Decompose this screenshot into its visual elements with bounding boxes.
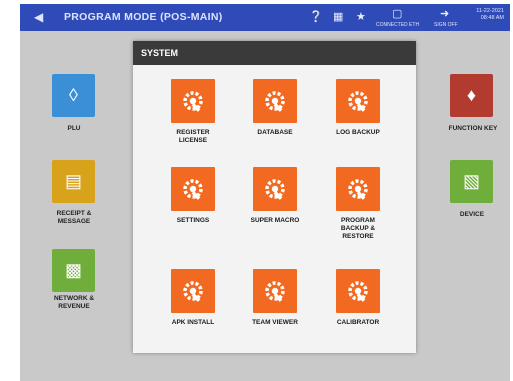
system-dialog: SYSTEM REGISTER LICENSE DATABASE LOG BACK… — [133, 41, 416, 353]
calibrator-button[interactable]: CALIBRATOR — [323, 269, 393, 327]
wrench-gear-icon — [336, 167, 380, 211]
log-backup-button[interactable]: LOG BACKUP — [323, 79, 393, 137]
tag-icon: ◊ — [69, 85, 78, 105]
sign-off-button[interactable]: SIGN OFF — [434, 22, 458, 28]
plu-label: PLU — [67, 125, 81, 132]
apk-install-label: APK INSTALL — [171, 319, 215, 326]
top-bar: ◀ PROGRAM MODE (POS-MAIN) ❔ ▦ ★ ▢ CONNEC… — [20, 4, 510, 31]
clock: 11-22-2021 08:48 AM — [476, 8, 504, 22]
settings-label: SETTINGS — [176, 217, 210, 224]
super-macro-button[interactable]: SUPER MACRO — [240, 167, 310, 225]
dialog-title: SYSTEM — [133, 41, 416, 65]
page-title: PROGRAM MODE (POS-MAIN) — [64, 11, 223, 23]
key-icon: ♦ — [466, 85, 477, 105]
network-revenue-tile[interactable]: ▩ — [52, 249, 95, 292]
sign-off-icon[interactable]: ➜ — [440, 7, 449, 20]
wrench-gear-icon — [336, 79, 380, 123]
help-icon[interactable]: ❔ — [309, 10, 323, 23]
database-button[interactable]: DATABASE — [240, 79, 310, 137]
time-text: 08:48 AM — [480, 15, 504, 21]
wrench-gear-icon — [253, 79, 297, 123]
program-backup-restore-label: PROGRAM BACKUP & RESTORE — [340, 217, 376, 240]
register-license-label: REGISTER LICENSE — [176, 129, 210, 144]
team-viewer-label: TEAM VIEWER — [252, 319, 298, 326]
pos-screen: ◀ PROGRAM MODE (POS-MAIN) ❔ ▦ ★ ▢ CONNEC… — [20, 4, 510, 381]
function-key-tile[interactable]: ♦ — [450, 74, 493, 117]
wrench-gear-icon — [171, 269, 215, 313]
wrench-gear-icon — [336, 269, 380, 313]
receipt-icon: ▤ — [64, 171, 82, 191]
wrench-gear-icon — [171, 79, 215, 123]
receipt-message-tile[interactable]: ▤ — [52, 160, 95, 203]
function-key-label: FUNCTION KEY — [448, 125, 498, 132]
super-macro-label: SUPER MACRO — [250, 217, 300, 224]
plu-tile[interactable]: ◊ — [52, 74, 95, 117]
wrench-gear-icon — [253, 167, 297, 211]
receipt-message-label: RECEIPT & MESSAGE — [56, 210, 92, 225]
device-tile[interactable]: ▧ — [450, 160, 493, 203]
monitor-icon: ▩ — [64, 260, 82, 280]
device-label: DEVICE — [459, 211, 485, 218]
connection-status: CONNECTED ETH — [376, 22, 420, 28]
calibrator-label: CALIBRATOR — [336, 319, 380, 326]
apk-install-button[interactable]: APK INSTALL — [158, 269, 228, 327]
settings-button[interactable]: SETTINGS — [158, 167, 228, 225]
calendar-icon[interactable]: ▦ — [333, 10, 343, 23]
log-backup-label: LOG BACKUP — [336, 129, 380, 136]
wrench-gear-icon — [253, 269, 297, 313]
star-icon[interactable]: ★ — [356, 10, 366, 23]
team-viewer-button[interactable]: TEAM VIEWER — [240, 269, 310, 327]
program-backup-restore-button[interactable]: PROGRAM BACKUP & RESTORE — [323, 167, 393, 241]
back-arrow-icon[interactable]: ◀ — [34, 10, 43, 24]
network-revenue-label: NETWORK & REVENUE — [53, 295, 95, 310]
database-label: DATABASE — [257, 129, 293, 136]
wrench-gear-icon — [171, 167, 215, 211]
date-text: 11-22-2021 — [476, 8, 504, 14]
printer-icon: ▧ — [462, 171, 480, 191]
network-icon: ▢ — [392, 8, 403, 20]
register-license-button[interactable]: REGISTER LICENSE — [158, 79, 228, 145]
